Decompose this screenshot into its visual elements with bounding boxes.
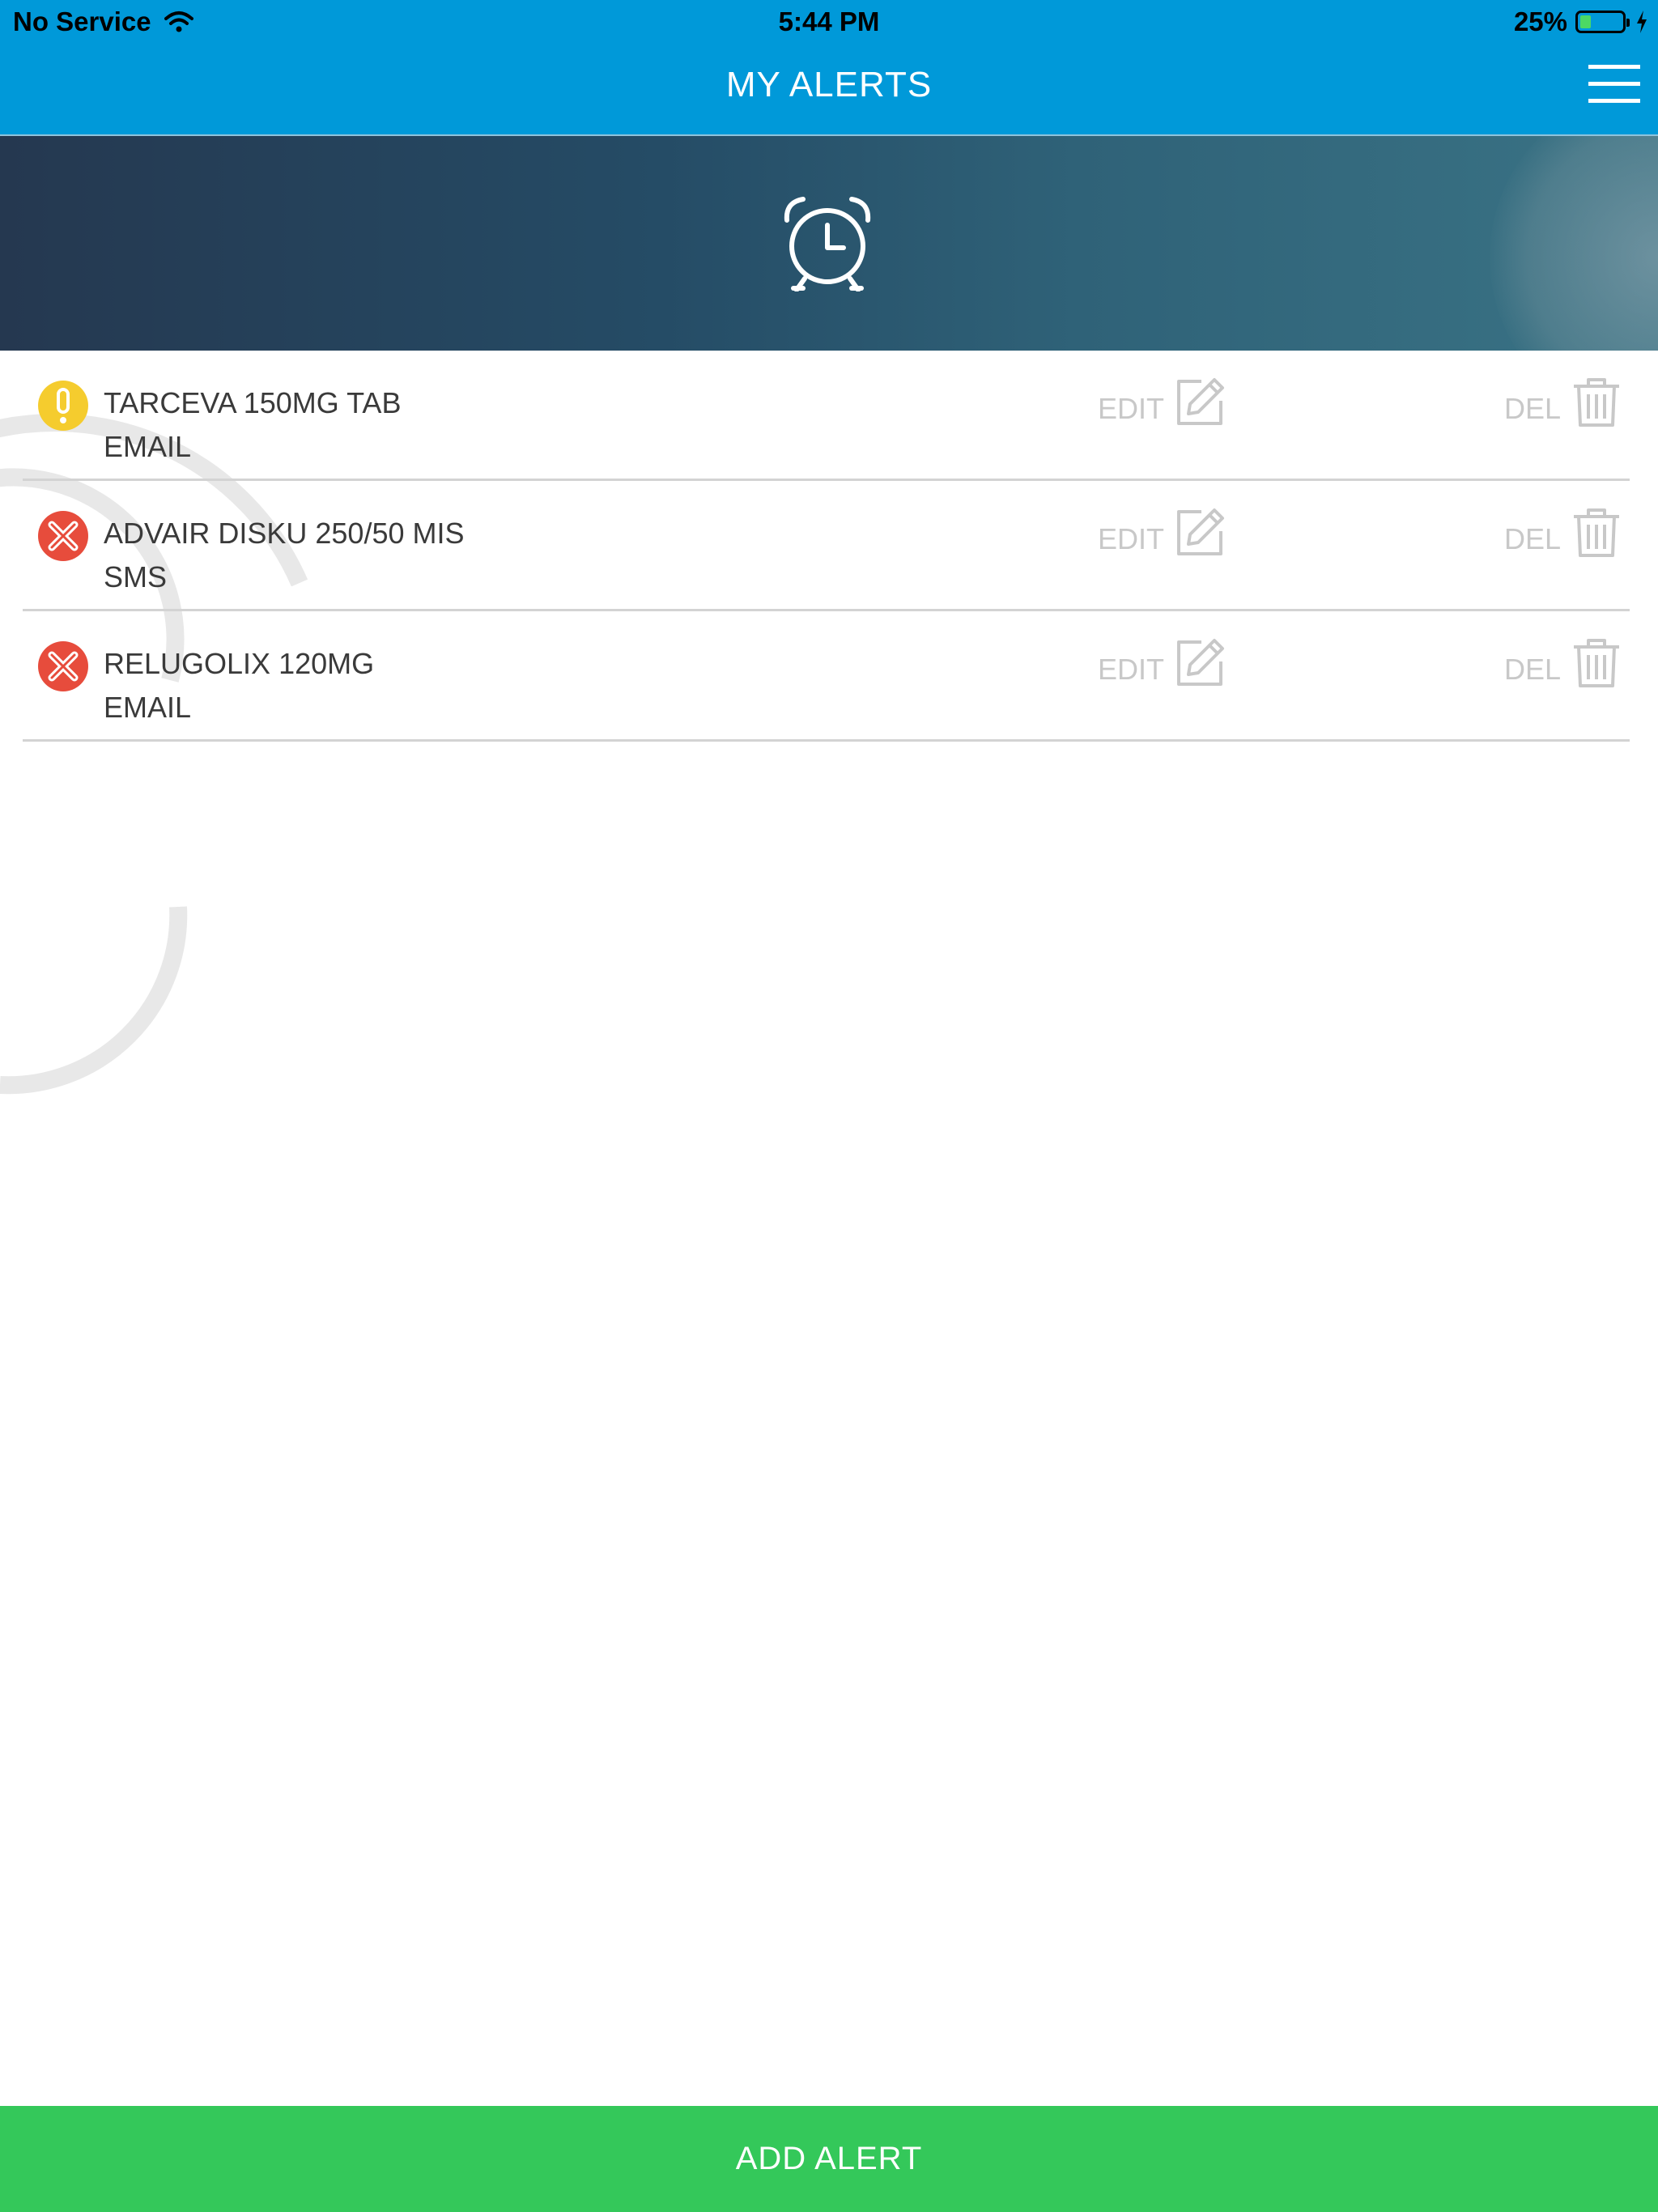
list-item: TARCEVA 150MG TAB EMAIL EDIT DEL — [23, 351, 1630, 481]
trash-icon — [1574, 378, 1620, 427]
pencil-edit-icon — [1177, 508, 1225, 555]
header-banner — [0, 136, 1658, 351]
pencil-edit-icon — [1177, 639, 1225, 686]
hamburger-menu-icon[interactable] — [1585, 55, 1642, 112]
edit-button[interactable]: EDIT — [1098, 376, 1226, 428]
delete-label: DEL — [1504, 653, 1562, 686]
edit-button[interactable]: EDIT — [1098, 637, 1226, 689]
error-x-icon — [38, 641, 88, 691]
trash-icon — [1574, 508, 1620, 557]
alert-name: RELUGOLIX 120MG — [104, 647, 375, 680]
delete-button[interactable]: DEL — [1504, 637, 1622, 689]
status-time: 5:44 PM — [778, 6, 880, 36]
edit-label: EDIT — [1098, 522, 1165, 555]
pencil-edit-icon — [1177, 378, 1225, 425]
alert-channel: EMAIL — [104, 430, 192, 463]
delete-label: DEL — [1504, 392, 1562, 425]
alert-name: ADVAIR DISKU 250/50 MIS — [104, 517, 465, 550]
alert-list: TARCEVA 150MG TAB EMAIL EDIT DEL ADVAIR … — [23, 351, 1630, 742]
alert-channel: EMAIL — [104, 691, 192, 724]
alert-name: TARCEVA 150MG TAB — [104, 386, 402, 419]
delete-button[interactable]: DEL — [1504, 507, 1622, 559]
trash-icon — [1574, 639, 1620, 687]
edit-label: EDIT — [1098, 653, 1165, 686]
edit-label: EDIT — [1098, 392, 1165, 425]
error-x-icon — [38, 511, 88, 561]
battery-percent: 25% — [1513, 6, 1567, 36]
bolt-icon — [1637, 11, 1647, 33]
list-item: ADVAIR DISKU 250/50 MIS SMS EDIT DEL — [23, 481, 1630, 611]
warning-icon — [38, 381, 88, 431]
edit-button[interactable]: EDIT — [1098, 507, 1226, 559]
battery-icon — [1575, 11, 1630, 33]
delete-label: DEL — [1504, 522, 1562, 555]
battery-level-fill — [1580, 15, 1591, 28]
nav-bar: MY ALERTS — [0, 45, 1658, 136]
banner-glow — [1490, 136, 1658, 351]
page-title: MY ALERTS — [725, 65, 933, 104]
status-right: 25% — [1514, 6, 1648, 37]
list-item: RELUGOLIX 120MG EMAIL EDIT DEL — [23, 611, 1630, 742]
alarm-clock-icon — [784, 197, 871, 291]
add-alert-button[interactable]: ADD ALERT — [0, 2106, 1658, 2212]
alert-channel: SMS — [104, 560, 168, 593]
status-bar: No Service 5:44 PM 25% — [0, 0, 1658, 45]
delete-button[interactable]: DEL — [1504, 376, 1622, 428]
